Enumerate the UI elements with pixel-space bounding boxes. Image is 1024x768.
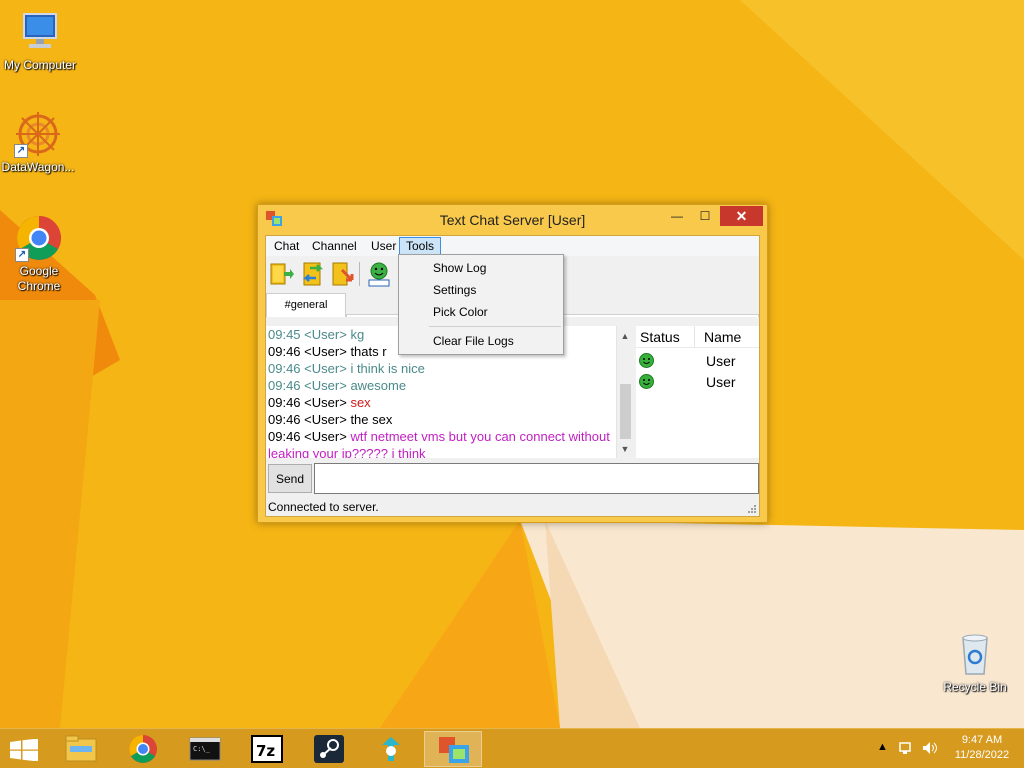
user-whois-icon[interactable]	[366, 260, 392, 288]
minimize-button[interactable]: —	[664, 206, 690, 226]
close-button[interactable]: ✕	[720, 206, 763, 226]
taskbar-steam[interactable]	[300, 731, 358, 767]
text-chat-icon	[439, 737, 469, 763]
chrome-icon	[129, 735, 157, 763]
join-channel-icon[interactable]	[268, 260, 294, 288]
chat-line: 09:46 <User> awesome	[268, 378, 407, 393]
taskbar-file-explorer[interactable]	[52, 731, 110, 767]
desktop-icon-google-chrome[interactable]: ↗ Google Chrome	[0, 214, 79, 294]
menu-item-show-log[interactable]: Show Log	[399, 257, 563, 279]
scroll-up-icon[interactable]: ▲	[617, 328, 633, 344]
tools-menu-dropdown: Show Log Settings Pick Color Clear File …	[398, 254, 564, 355]
shortcut-arrow-icon: ↗	[14, 144, 28, 158]
menu-channel[interactable]: Channel	[306, 237, 363, 255]
taskbar-app[interactable]	[362, 731, 420, 767]
column-name[interactable]: Name	[704, 329, 741, 345]
taskbar-clock[interactable]: 9:47 AM 11/28/2022	[948, 733, 1016, 763]
network-icon[interactable]	[898, 741, 914, 755]
leave-channel-icon[interactable]	[330, 260, 356, 288]
status-bar: Connected to server.	[266, 498, 759, 516]
7zip-icon: 7z	[251, 735, 283, 763]
computer-icon	[23, 13, 57, 48]
menu-item-settings[interactable]: Settings	[399, 279, 563, 301]
online-status-icon	[639, 353, 654, 368]
svg-text:7z: 7z	[256, 742, 275, 760]
text-chat-window: Text Chat Server [User] — ☐ ✕ Chat Chann…	[257, 204, 768, 523]
chat-line: 09:46 <User> wtf netmeet vms but you can…	[268, 429, 610, 458]
menu-item-pick-color[interactable]: Pick Color	[399, 301, 563, 323]
app-icon	[382, 737, 400, 761]
column-status[interactable]: Status	[640, 329, 680, 345]
message-input[interactable]	[314, 463, 759, 494]
user-name: User	[706, 374, 736, 390]
clock-date: 11/28/2022	[954, 749, 1010, 761]
taskbar: C:\_ 7z ▲ 9:47 AM 11/28/2022	[0, 728, 1024, 768]
windows-start-icon[interactable]	[10, 739, 38, 761]
user-list: Status Name User User	[636, 326, 759, 458]
chat-log-scrollbar[interactable]: ▲ ▼	[616, 326, 633, 458]
menu-item-clear-file-logs[interactable]: Clear File Logs	[399, 330, 563, 352]
desktop-icon-label: DataWagon...	[1, 160, 75, 174]
message-input-row: Send	[266, 462, 759, 495]
taskbar-7zip[interactable]: 7z	[238, 731, 296, 767]
taskbar-command-prompt[interactable]: C:\_	[176, 731, 234, 767]
column-divider[interactable]	[694, 326, 695, 348]
command-prompt-icon: C:\_	[189, 737, 221, 761]
desktop-icon-recycle-bin[interactable]: Recycle Bin	[935, 630, 1015, 695]
status-text: Connected to server.	[268, 500, 379, 514]
menu-chat[interactable]: Chat	[268, 237, 305, 255]
menu-tools[interactable]: Tools	[399, 237, 442, 255]
desktop-icon-label: Recycle Bin	[943, 680, 1007, 694]
steam-icon	[314, 735, 344, 763]
volume-icon[interactable]	[922, 741, 938, 755]
show-hidden-icons[interactable]: ▲	[877, 741, 888, 753]
menu-separator	[429, 326, 561, 327]
send-button[interactable]: Send	[268, 464, 312, 493]
clock-time: 9:47 AM	[961, 734, 1003, 746]
desktop-icon-datawagon[interactable]: ↗ DataWagon...	[0, 110, 78, 175]
online-status-icon	[639, 374, 654, 389]
scroll-thumb[interactable]	[620, 384, 631, 439]
shortcut-arrow-icon: ↗	[15, 248, 29, 262]
recycle-bin-icon	[962, 634, 988, 675]
window-titlebar[interactable]: Text Chat Server [User] — ☐ ✕	[258, 205, 767, 235]
user-row[interactable]: User	[636, 372, 759, 392]
desktop-icon-my-computer[interactable]: My Computer	[0, 8, 80, 73]
taskbar-chrome[interactable]	[114, 731, 172, 767]
chat-line: 09:46 <User> i think is nice	[268, 361, 425, 376]
menu-user[interactable]: User	[365, 237, 402, 255]
desktop-icon-label: My Computer	[3, 58, 77, 72]
menu-bar: Chat Channel User Tools	[266, 236, 759, 256]
tab-general[interactable]: #general	[266, 293, 346, 317]
window-title: Text Chat Server [User]	[439, 212, 586, 228]
scroll-down-icon[interactable]: ▼	[617, 441, 633, 457]
desktop-icon-label: Google Chrome	[17, 264, 61, 293]
user-row[interactable]: User	[636, 351, 759, 371]
channel-transfer-icon[interactable]	[300, 260, 326, 288]
chat-line: 09:46 <User> the sex	[268, 412, 393, 427]
user-list-header: Status Name	[636, 326, 759, 348]
svg-text:C:\_: C:\_	[193, 745, 211, 753]
user-name: User	[706, 353, 736, 369]
taskbar-text-chat[interactable]	[424, 731, 482, 767]
maximize-button[interactable]: ☐	[692, 206, 718, 226]
file-explorer-icon	[65, 735, 97, 762]
toolbar-separator	[359, 262, 360, 286]
chat-line: 09:46 <User> sex	[268, 395, 371, 410]
resize-grip-icon[interactable]	[747, 504, 757, 514]
